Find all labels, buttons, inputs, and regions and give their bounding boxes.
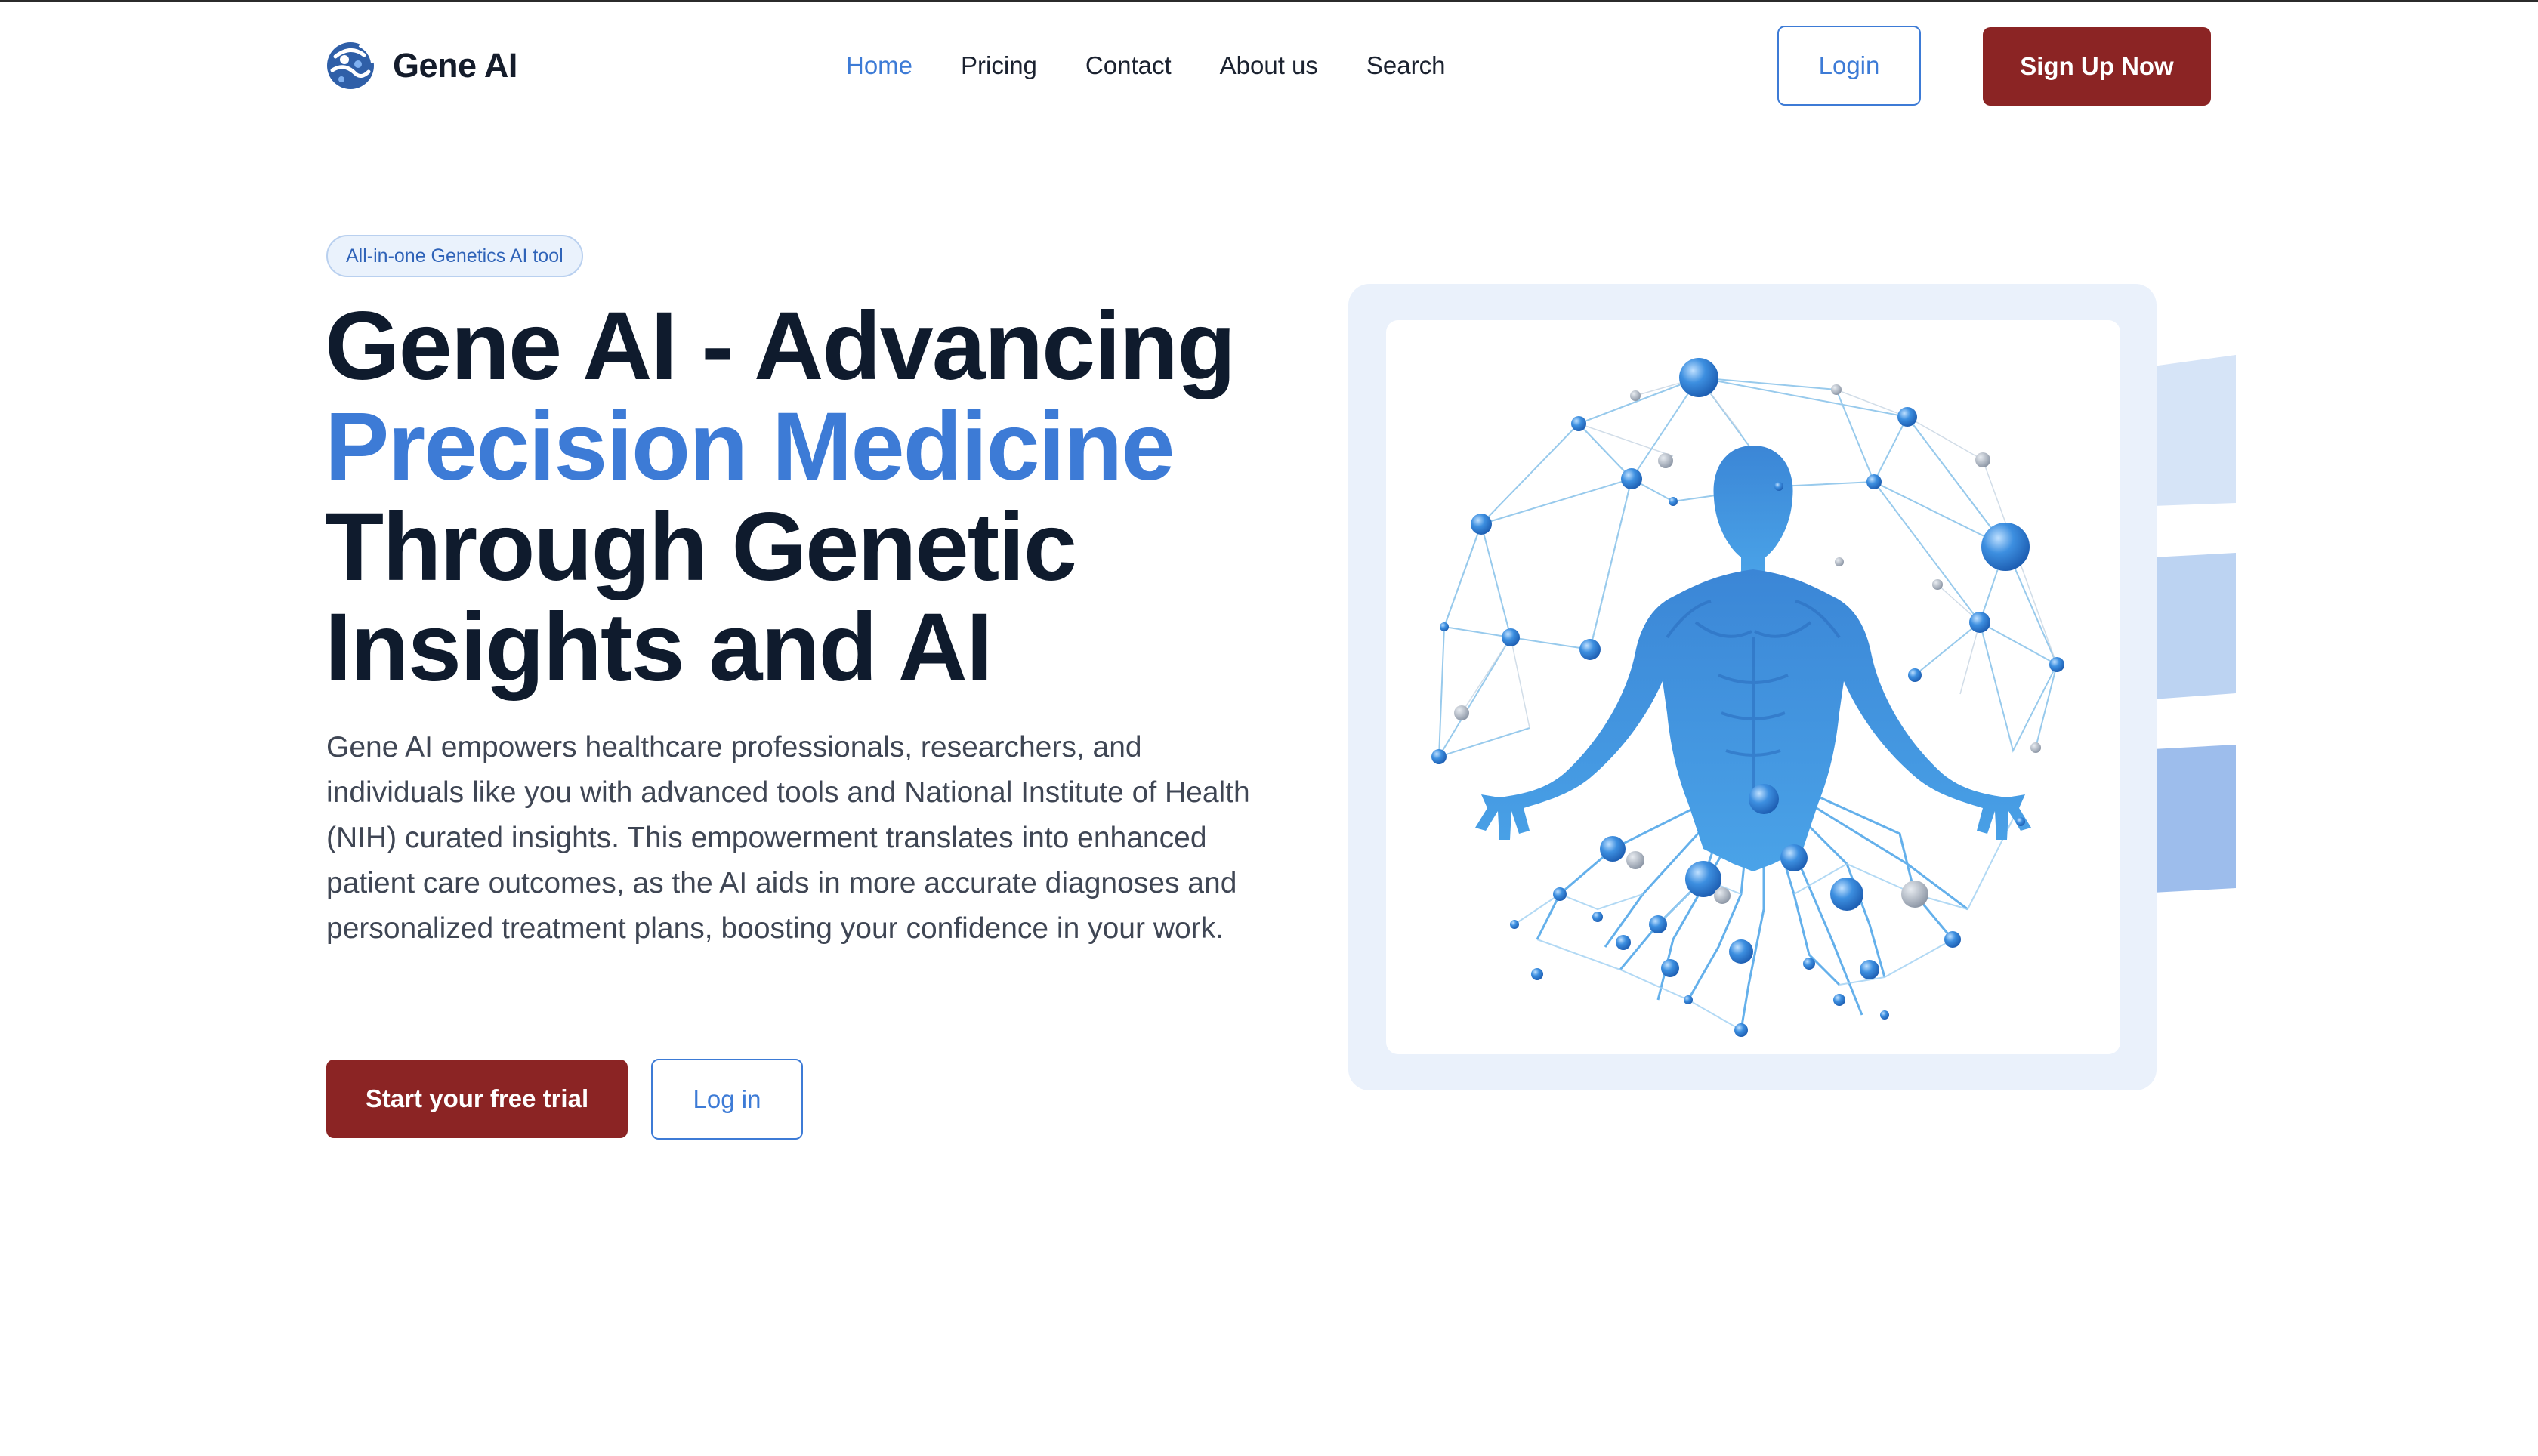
brand-name: Gene AI	[393, 46, 517, 85]
login-button[interactable]: Login	[1777, 26, 1921, 106]
main-nav: Home Pricing Contact About us Search	[846, 47, 1445, 85]
illustration-card	[1386, 320, 2120, 1054]
hero-login-button[interactable]: Log in	[651, 1059, 803, 1140]
nav-home[interactable]: Home	[846, 51, 912, 80]
nav-pricing[interactable]: Pricing	[961, 51, 1037, 80]
dna-globe-icon	[327, 42, 375, 89]
hero-headline: Gene AI - Advancing Precision Medicine T…	[325, 296, 1277, 698]
brand-logo[interactable]: Gene AI	[325, 39, 517, 92]
top-border	[0, 0, 2538, 2]
nav-contact[interactable]: Contact	[1085, 51, 1172, 80]
headline-line-2-accent: Precision Medicine	[325, 393, 1175, 501]
start-free-trial-button[interactable]: Start your free trial	[326, 1060, 628, 1138]
nav-search[interactable]: Search	[1366, 51, 1446, 80]
headline-line-1: Gene AI - Advancing	[325, 292, 1236, 400]
hero-description: Gene AI empowers healthcare professional…	[326, 731, 1250, 945]
headline-line-3: Through Genetic	[325, 493, 1077, 601]
tagline-badge: All-in-one Genetics AI tool	[326, 235, 583, 277]
headline-line-4: Insights and AI	[325, 594, 993, 702]
nav-about-us[interactable]: About us	[1220, 51, 1318, 80]
human-body-network-illustration	[1431, 358, 2064, 1037]
sign-up-button[interactable]: Sign Up Now	[1983, 27, 2211, 106]
decorative-stripes	[2153, 355, 2236, 893]
